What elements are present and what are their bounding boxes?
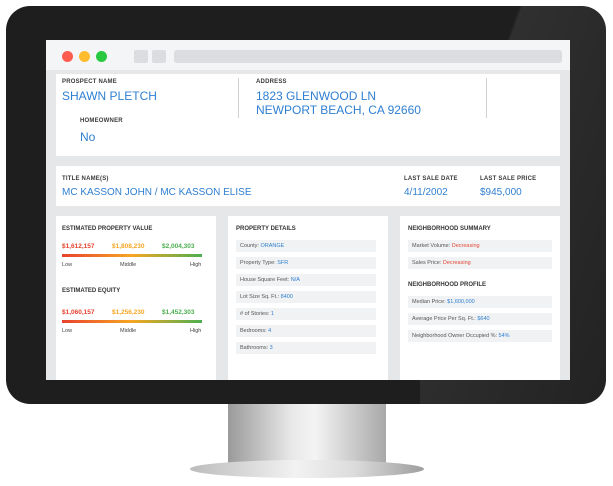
profile-value: $1,600,000 xyxy=(447,299,475,305)
close-window-button[interactable] xyxy=(62,51,73,62)
summary-row: Sales Price: Decreasing xyxy=(408,257,552,269)
est-equity-range-bar xyxy=(62,320,202,323)
detail-key: Bathrooms: xyxy=(240,345,269,351)
est-equity-low: $1,060,157 xyxy=(62,309,95,316)
summary-value: Decreasing xyxy=(451,243,480,249)
prospect-card: PROSPECT NAME SHAWN PLETCH ADDRESS 1823 … xyxy=(56,74,560,156)
scale-low: Low xyxy=(62,328,73,334)
address-line2: NEWPORT BEACH, CA 92660 xyxy=(256,103,421,117)
summary-value: Decreasing xyxy=(442,260,471,266)
minimize-window-button[interactable] xyxy=(79,51,90,62)
scale-low: Low xyxy=(62,262,73,268)
profile-key: Median Price: xyxy=(412,299,446,305)
detail-key: Lot Size Sq. Ft.: xyxy=(240,294,280,300)
est-value-range-bar xyxy=(62,254,202,257)
detail-value: 3 xyxy=(269,345,273,351)
detail-key: County: xyxy=(240,243,259,249)
estimates-card: ESTIMATED PROPERTY VALUE $1,612,157 $1,8… xyxy=(56,216,216,380)
scale-high: High xyxy=(190,262,202,268)
last-sale-price-label: LAST SALE PRICE xyxy=(480,176,537,182)
address-label: ADDRESS xyxy=(256,79,287,85)
title-names-label: TITLE NAME(S) xyxy=(62,176,109,182)
browser-window: PROSPECT NAME SHAWN PLETCH ADDRESS 1823 … xyxy=(46,40,570,380)
summary-key: Sales Price: xyxy=(412,260,442,266)
detail-value: 4 xyxy=(268,328,272,334)
profile-key: Neighborhood Owner Occupied %: xyxy=(412,333,497,339)
detail-key: Property Type: xyxy=(240,260,276,266)
profile-row: Neighborhood Owner Occupied %: 54% xyxy=(408,330,552,342)
detail-row: # of Stories: 1 xyxy=(236,308,376,320)
est-equity-mid: $1,256,230 xyxy=(112,309,145,316)
address-bar[interactable] xyxy=(174,50,562,63)
maximize-window-button[interactable] xyxy=(96,51,107,62)
homeowner-label: HOMEOWNER xyxy=(80,118,123,124)
est-equity-label: ESTIMATED EQUITY xyxy=(62,288,121,294)
neighborhood-card: NEIGHBORHOOD SUMMARY Market Volume: Decr… xyxy=(400,216,560,380)
divider xyxy=(486,78,487,118)
monitor-stand xyxy=(228,404,386,464)
summary-row: Market Volume: Decreasing xyxy=(408,240,552,252)
prospect-name-value: SHAWN PLETCH xyxy=(62,89,157,103)
detail-key: House Square Feet: xyxy=(240,277,290,283)
prospect-name-label: PROSPECT NAME xyxy=(62,79,117,85)
est-value-mid: $1,808,230 xyxy=(112,243,145,250)
divider xyxy=(238,78,239,118)
neighborhood-profile-label: NEIGHBORHOOD PROFILE xyxy=(408,282,487,288)
est-value-low: $1,612,157 xyxy=(62,243,95,250)
profile-row: Average Price Per Sq. Ft.: $640 xyxy=(408,313,552,325)
profile-row: Median Price: $1,600,000 xyxy=(408,296,552,308)
profile-value: 54% xyxy=(498,333,510,339)
title-card: TITLE NAME(S) MC KASSON JOHN / MC KASSON… xyxy=(56,166,560,206)
profile-value: $640 xyxy=(477,316,490,322)
forward-button[interactable] xyxy=(152,50,166,63)
detail-row: County: ORANGE xyxy=(236,240,376,252)
last-sale-date-value: 4/11/2002 xyxy=(404,187,448,198)
scale-high: High xyxy=(190,328,202,334)
detail-value: ORANGE xyxy=(260,243,285,249)
neighborhood-summary-label: NEIGHBORHOOD SUMMARY xyxy=(408,226,491,232)
last-sale-price-value: $945,000 xyxy=(480,187,522,198)
homeowner-value: No xyxy=(80,130,96,144)
address-line1: 1823 GLENWOOD LN xyxy=(256,89,377,103)
detail-row: House Square Feet: N/A xyxy=(236,274,376,286)
scale-middle: Middle xyxy=(120,328,137,334)
detail-row: Bedrooms: 4 xyxy=(236,325,376,337)
detail-key: Bedrooms: xyxy=(240,328,267,334)
est-value-label: ESTIMATED PROPERTY VALUE xyxy=(62,226,153,232)
profile-key: Average Price Per Sq. Ft.: xyxy=(412,316,476,322)
detail-value: SFR xyxy=(277,260,289,266)
title-names-value: MC KASSON JOHN / MC KASSON ELISE xyxy=(62,187,252,198)
detail-key: # of Stories: xyxy=(240,311,270,317)
est-value-high: $2,004,303 xyxy=(162,243,195,250)
summary-key: Market Volume: xyxy=(412,243,451,249)
last-sale-date-label: LAST SALE DATE xyxy=(404,176,458,182)
scale-middle: Middle xyxy=(120,262,137,268)
est-equity-high: $1,452,303 xyxy=(162,309,195,316)
detail-row: Bathrooms: 3 xyxy=(236,342,376,354)
monitor-base xyxy=(190,460,424,478)
detail-value: 1 xyxy=(270,311,274,317)
property-details-card: PROPERTY DETAILS County: ORANGE Property… xyxy=(228,216,388,380)
detail-value: N/A xyxy=(290,277,300,283)
browser-chrome xyxy=(46,40,570,70)
detail-row: Lot Size Sq. Ft.: 8400 xyxy=(236,291,376,303)
detail-row: Property Type: SFR xyxy=(236,257,376,269)
back-button[interactable] xyxy=(134,50,148,63)
detail-value: 8400 xyxy=(280,294,293,300)
property-details-label: PROPERTY DETAILS xyxy=(236,226,296,232)
